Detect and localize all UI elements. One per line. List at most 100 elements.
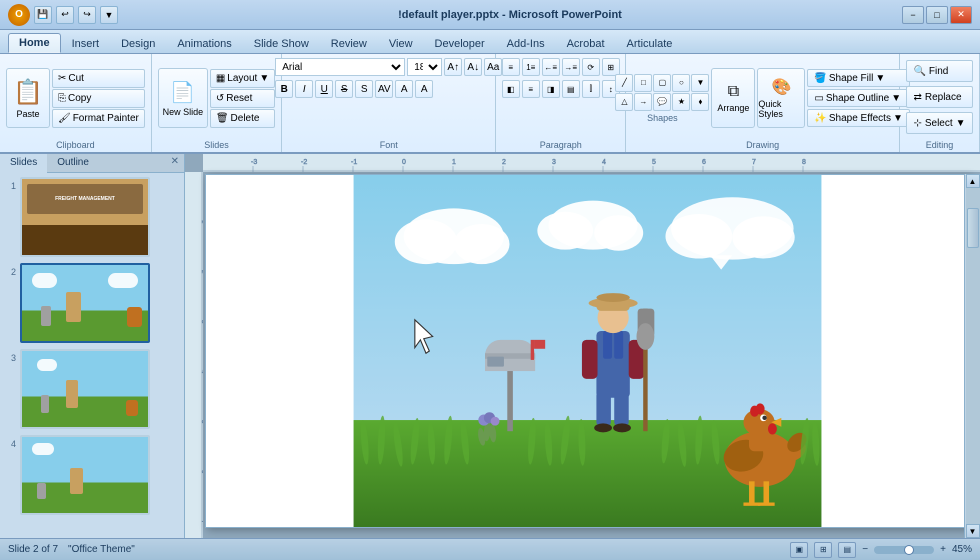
normal-view-btn[interactable]: ▣ bbox=[790, 542, 808, 558]
tab-acrobat[interactable]: Acrobat bbox=[556, 34, 616, 53]
zoom-minus-btn[interactable]: − bbox=[862, 544, 868, 555]
scroll-down-arrow[interactable]: ▼ bbox=[966, 524, 980, 538]
shape-line[interactable]: ╱ bbox=[615, 74, 633, 92]
find-button[interactable]: 🔍 Find bbox=[906, 60, 972, 82]
slide-preview-3[interactable] bbox=[20, 349, 150, 429]
ruler-top-svg: -3 -2 -1 0 1 2 3 4 5 6 7 8 bbox=[203, 154, 980, 172]
slide-num-4: 4 bbox=[4, 439, 16, 449]
decrease-font-btn[interactable]: A↓ bbox=[464, 58, 482, 76]
shape-outline-button[interactable]: ▭ Shape Outline ▼ bbox=[807, 89, 909, 107]
shape-oval[interactable]: ○ bbox=[672, 74, 690, 92]
select-button[interactable]: ⊹ Select ▼ bbox=[906, 112, 972, 134]
scroll-thumb[interactable] bbox=[967, 208, 979, 248]
shape-triangle[interactable]: △ bbox=[615, 93, 633, 111]
vertical-scrollbar[interactable]: ▲ ▼ bbox=[964, 174, 980, 538]
shape-fill-button[interactable]: 🪣 Shape Fill ▼ bbox=[807, 69, 909, 87]
font-color-btn[interactable]: A bbox=[395, 80, 413, 98]
font-family-select[interactable]: Arial bbox=[275, 58, 405, 76]
zoom-plus-btn[interactable]: + bbox=[940, 544, 946, 555]
save-qa-btn[interactable]: 💾 bbox=[34, 6, 52, 24]
slide-thumb-4[interactable]: 4 bbox=[4, 435, 180, 515]
layout-button[interactable]: ▦ Layout ▼ bbox=[210, 69, 275, 88]
arrange-button[interactable]: ⧉ Arrange bbox=[711, 68, 755, 128]
slides-tab-slides[interactable]: Slides bbox=[0, 154, 47, 173]
maximize-btn[interactable]: □ bbox=[926, 6, 948, 24]
char-spacing-button[interactable]: AV bbox=[375, 80, 393, 98]
italic-button[interactable]: I bbox=[295, 80, 313, 98]
slide-preview-2[interactable] bbox=[20, 263, 150, 343]
justify-btn[interactable]: ▤ bbox=[562, 80, 580, 98]
shape-star[interactable]: ★ bbox=[672, 93, 690, 111]
increase-indent-btn[interactable]: →≡ bbox=[562, 58, 580, 76]
columns-btn[interactable]: ⫿ bbox=[582, 80, 600, 98]
minimize-btn[interactable]: − bbox=[902, 6, 924, 24]
tab-articulate[interactable]: Articulate bbox=[616, 34, 684, 53]
bullets-btn[interactable]: ≡ bbox=[502, 58, 520, 76]
copy-button[interactable]: ⎘ Copy bbox=[52, 89, 145, 108]
scroll-track[interactable] bbox=[966, 188, 980, 524]
align-left-btn[interactable]: ◧ bbox=[502, 80, 520, 98]
paragraph-row-2: ◧ ≡ ◨ ▤ ⫿ ↕ bbox=[502, 80, 620, 98]
close-btn[interactable]: ✕ bbox=[950, 6, 972, 24]
office-button[interactable]: O bbox=[8, 4, 30, 26]
cut-button[interactable]: ✂ Cut bbox=[52, 69, 145, 88]
slides-tab-outline[interactable]: Outline bbox=[47, 154, 99, 172]
ruler-left: 1 2 3 4 5 6 7 bbox=[185, 172, 203, 538]
replace-button[interactable]: ⇄ Replace bbox=[906, 86, 972, 108]
editing-group: 🔍 Find ⇄ Replace ⊹ Select ▼ Editing bbox=[900, 54, 980, 152]
paste-button[interactable]: 📋 Paste bbox=[6, 68, 50, 128]
shape-more[interactable]: ▼ bbox=[691, 74, 709, 92]
increase-font-btn[interactable]: A↑ bbox=[444, 58, 462, 76]
quick-styles-button[interactable]: 🎨 Quick Styles bbox=[757, 68, 805, 128]
slide-thumb-2[interactable]: 2 bbox=[4, 263, 180, 343]
shape-flow[interactable]: ⬧ bbox=[691, 93, 709, 111]
slides-small-btns: ▦ Layout ▼ ↺ Reset 🗑 Delete bbox=[210, 69, 275, 128]
shape-fill-icon: 🪣 bbox=[814, 73, 826, 84]
paragraph-content: ≡ 1≡ ←≡ →≡ ⟳ ⊞ ◧ ≡ ◨ ▤ ⫿ ↕ bbox=[502, 58, 620, 138]
tab-review[interactable]: Review bbox=[320, 34, 378, 53]
shape-effects-button[interactable]: ✨ Shape Effects ▼ bbox=[807, 109, 909, 127]
reset-button[interactable]: ↺ Reset bbox=[210, 89, 275, 108]
slide-thumb-1[interactable]: 1 FREIGHT MANAGEMENT bbox=[4, 177, 180, 257]
underline-button[interactable]: U bbox=[315, 80, 333, 98]
zoom-slider[interactable] bbox=[874, 546, 934, 554]
font-size-select[interactable]: 18 bbox=[407, 58, 442, 76]
theme-info: "Office Theme" bbox=[68, 544, 135, 555]
align-center-btn[interactable]: ≡ bbox=[522, 80, 540, 98]
tab-insert[interactable]: Insert bbox=[61, 34, 111, 53]
shape-outline-icon: ▭ bbox=[814, 93, 823, 104]
reading-view-btn[interactable]: ▤ bbox=[838, 542, 856, 558]
tab-slideshow[interactable]: Slide Show bbox=[243, 34, 320, 53]
tab-home[interactable]: Home bbox=[8, 33, 61, 53]
tab-view[interactable]: View bbox=[378, 34, 424, 53]
align-right-btn[interactable]: ◨ bbox=[542, 80, 560, 98]
new-slide-button[interactable]: 📄 New Slide bbox=[158, 68, 208, 128]
shape-callout[interactable]: 💬 bbox=[653, 93, 671, 111]
tab-animations[interactable]: Animations bbox=[166, 34, 242, 53]
numbering-btn[interactable]: 1≡ bbox=[522, 58, 540, 76]
slides-panel-close[interactable]: ✕ bbox=[166, 154, 184, 172]
shadow-button[interactable]: S bbox=[355, 80, 373, 98]
decrease-indent-btn[interactable]: ←≡ bbox=[542, 58, 560, 76]
bold-button[interactable]: B bbox=[275, 80, 293, 98]
tab-developer[interactable]: Developer bbox=[424, 34, 496, 53]
strikethrough-button[interactable]: S bbox=[335, 80, 353, 98]
text-direction-btn[interactable]: ⟳ bbox=[582, 58, 600, 76]
slide-sorter-btn[interactable]: ⊞ bbox=[814, 542, 832, 558]
undo-qa-btn[interactable]: ↩ bbox=[56, 6, 74, 24]
redo-qa-btn[interactable]: ↪ bbox=[78, 6, 96, 24]
slide-preview-4[interactable] bbox=[20, 435, 150, 515]
shape-arrow[interactable]: → bbox=[634, 93, 652, 111]
slide-thumb-3[interactable]: 3 bbox=[4, 349, 180, 429]
format-painter-button[interactable]: 🖌 Format Painter bbox=[52, 109, 145, 128]
tab-design[interactable]: Design bbox=[110, 34, 166, 53]
slide-preview-1[interactable]: FREIGHT MANAGEMENT bbox=[20, 177, 150, 257]
shape-rounded-rect[interactable]: ▢ bbox=[653, 74, 671, 92]
tab-addins[interactable]: Add-Ins bbox=[496, 34, 556, 53]
delete-button[interactable]: 🗑 Delete bbox=[210, 109, 275, 128]
scroll-up-arrow[interactable]: ▲ bbox=[966, 174, 980, 188]
shape-rect[interactable]: □ bbox=[634, 74, 652, 92]
highlight-btn[interactable]: A bbox=[415, 80, 433, 98]
customize-qa-btn[interactable]: ▼ bbox=[100, 6, 118, 24]
zoom-thumb[interactable] bbox=[904, 545, 914, 555]
